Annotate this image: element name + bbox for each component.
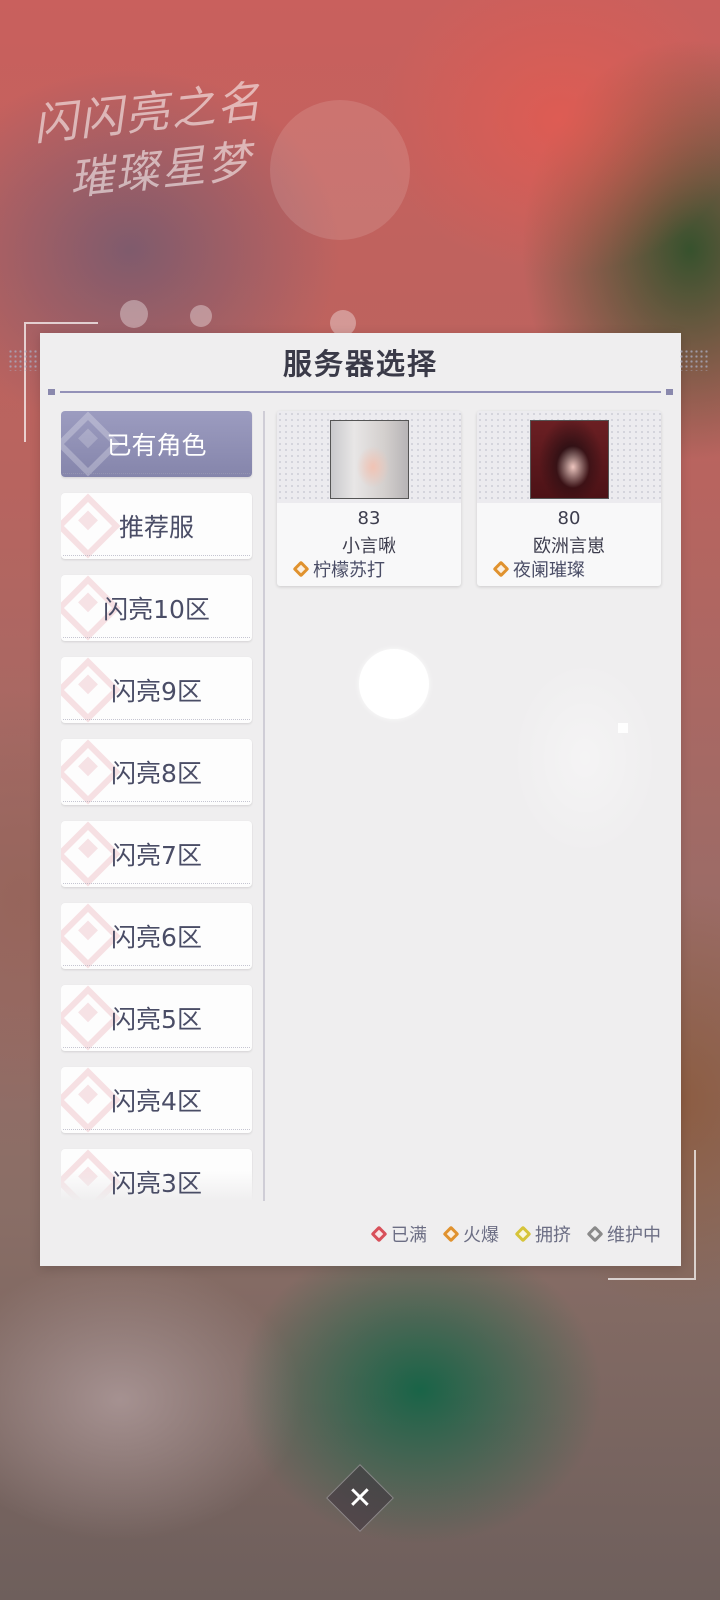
bokeh-light: [270, 100, 410, 240]
game-logo: 闪闪亮之名 璀璨星梦: [30, 76, 265, 206]
sidebar-item-existing-roles[interactable]: 已有角色: [61, 411, 252, 477]
role-name: 小言啾: [342, 536, 396, 557]
sidebar-item-label: 闪亮6区: [111, 923, 202, 952]
sidebar-item-zone-9[interactable]: 闪亮9区: [61, 657, 252, 723]
column-divider: [263, 411, 265, 1201]
role-card[interactable]: 83 小言啾 柠檬苏打: [277, 411, 461, 586]
dot-pattern: [8, 349, 38, 371]
role-server: 柠檬苏打: [292, 556, 385, 582]
sidebar-item-label: 闪亮8区: [111, 759, 202, 788]
close-icon[interactable]: ✕: [336, 1474, 384, 1522]
status-busy-icon: [514, 1225, 532, 1243]
status-maintenance-icon: [586, 1225, 604, 1243]
sidebar-item-zone-7[interactable]: 闪亮7区: [61, 821, 252, 887]
status-hot-icon: [492, 560, 510, 578]
sidebar-item-label: 闪亮5区: [111, 1005, 202, 1034]
role-level: 80: [557, 508, 581, 529]
sidebar-item-label: 闪亮10区: [103, 595, 210, 624]
sidebar-item-label: 闪亮4区: [111, 1087, 202, 1116]
role-level: 83: [357, 508, 381, 529]
character-avatar-icon: [530, 420, 609, 499]
dot-pattern: [679, 349, 709, 371]
role-server: 夜阑璀璨: [492, 556, 585, 582]
status-hot-icon: [292, 560, 310, 578]
legend-hot: 火爆: [442, 1221, 499, 1247]
server-status-legend: 已满 火爆 拥挤 维护中: [370, 1221, 661, 1247]
server-select-dialog: 服务器选择 已有角色 推荐服 闪亮10区 闪亮9区 闪亮8区 闪亮7区 闪亮6区…: [8, 333, 709, 1266]
sidebar-item-label: 闪亮7区: [111, 841, 202, 870]
character-avatar-icon: [330, 420, 409, 499]
role-card[interactable]: 80 欧洲言崽 夜阑璀璨: [477, 411, 661, 586]
dialog-title: 服务器选择: [282, 347, 438, 381]
sparkle: [618, 723, 628, 733]
diamond-deco-icon: [61, 493, 121, 559]
sidebar-item-label: 已有角色: [106, 431, 207, 460]
sidebar-item-zone-4[interactable]: 闪亮4区: [61, 1067, 252, 1133]
title-divider: [48, 389, 673, 395]
server-category-list[interactable]: 已有角色 推荐服 闪亮10区 闪亮9区 闪亮8区 闪亮7区 闪亮6区 闪亮5区: [61, 411, 253, 1201]
role-name: 欧洲言崽: [533, 536, 605, 557]
sidebar-item-label: 闪亮3区: [111, 1169, 202, 1198]
sidebar-item-zone-10[interactable]: 闪亮10区: [61, 575, 252, 641]
sidebar-item-label: 闪亮9区: [111, 677, 202, 706]
sidebar-item-recommended[interactable]: 推荐服: [61, 493, 252, 559]
sidebar-item-zone-6[interactable]: 闪亮6区: [61, 903, 252, 969]
status-hot-icon: [442, 1225, 460, 1243]
bokeh-light: [190, 305, 212, 327]
background-glow: [510, 658, 660, 858]
status-full-icon: [370, 1225, 388, 1243]
legend-maintenance: 维护中: [586, 1221, 661, 1247]
server-name: 柠檬苏打: [313, 560, 385, 581]
bokeh-light: [120, 300, 148, 328]
sidebar-item-label: 推荐服: [118, 513, 194, 542]
legend-full: 已满: [370, 1221, 427, 1247]
sidebar-item-zone-5[interactable]: 闪亮5区: [61, 985, 252, 1051]
sidebar-item-zone-8[interactable]: 闪亮8区: [61, 739, 252, 805]
server-name: 夜阑璀璨: [513, 560, 585, 581]
touch-indicator: [359, 649, 429, 719]
legend-busy: 拥挤: [514, 1221, 571, 1247]
